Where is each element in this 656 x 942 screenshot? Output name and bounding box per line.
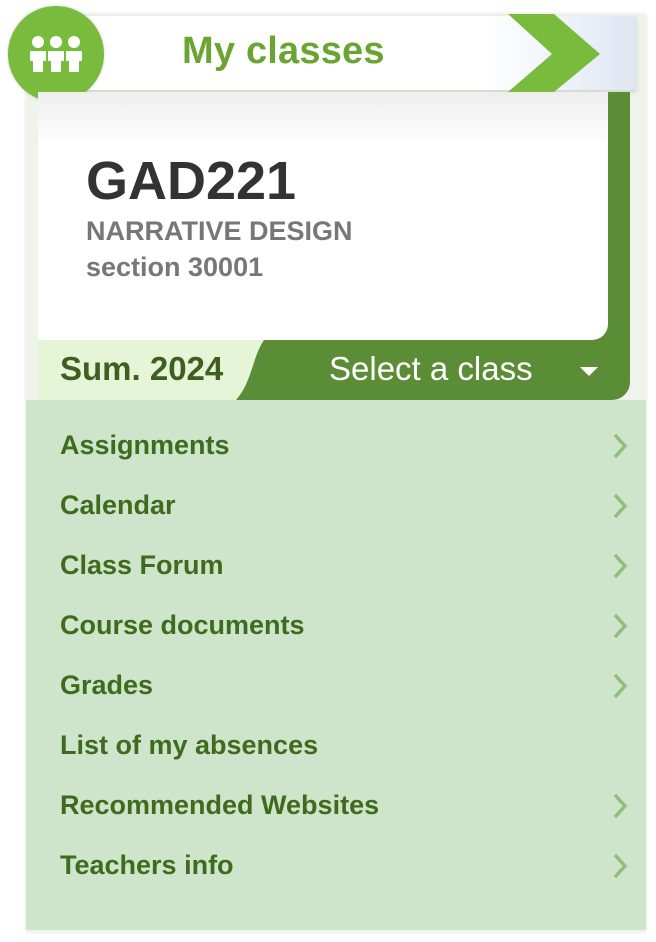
class-card: GAD221 NARRATIVE DESIGN section 30001 xyxy=(38,92,608,340)
menu-item-list-of-my-absences[interactable]: List of my absences xyxy=(26,716,646,776)
my-classes-widget: My classes GAD221 NARRATIVE DESIGN secti… xyxy=(0,0,656,942)
chevron-right-icon xyxy=(613,613,628,639)
menu-item-teachers-info[interactable]: Teachers info xyxy=(26,836,646,896)
chevron-right-icon xyxy=(613,433,628,459)
select-class-dropdown[interactable]: Select a class xyxy=(300,340,626,400)
course-section: section 30001 xyxy=(86,252,264,282)
chevron-right-icon xyxy=(613,553,628,579)
menu-item-class-forum[interactable]: Class Forum xyxy=(26,536,646,596)
chevron-right-icon[interactable] xyxy=(504,14,604,92)
menu-item-recommended-websites[interactable]: Recommended Websites xyxy=(26,776,646,836)
select-class-label: Select a class xyxy=(329,350,533,387)
chevron-right-icon xyxy=(613,793,628,819)
course-code: GAD221 xyxy=(86,151,297,211)
term-label: Sum. 2024 xyxy=(60,350,224,387)
menu-item-grades[interactable]: Grades xyxy=(26,656,646,716)
menu-item-calendar[interactable]: Calendar xyxy=(26,476,646,536)
menu-item-course-documents[interactable]: Course documents xyxy=(26,596,646,656)
menu-item-assignments[interactable]: Assignments xyxy=(26,416,646,476)
people-icon xyxy=(8,6,104,102)
caret-down-icon xyxy=(580,367,598,376)
course-name: NARRATIVE DESIGN xyxy=(86,216,353,246)
chevron-right-icon xyxy=(613,673,628,699)
class-menu: Assignments Calendar Class Forum Course … xyxy=(26,416,646,896)
chevron-right-icon xyxy=(613,853,628,879)
chevron-right-icon xyxy=(613,493,628,519)
widget-title: My classes xyxy=(182,30,385,72)
